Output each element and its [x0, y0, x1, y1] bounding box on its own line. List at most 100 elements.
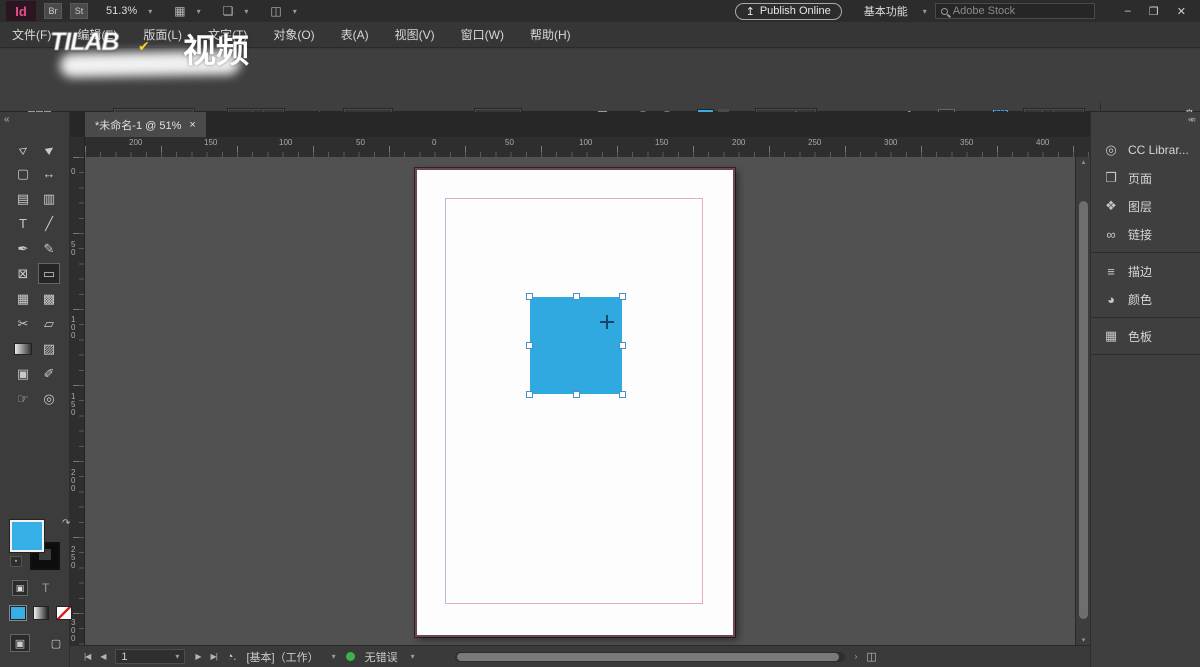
- document-tab[interactable]: *未命名-1 @ 51% ×: [85, 112, 206, 137]
- line-tool[interactable]: ╱: [38, 213, 60, 234]
- restore-button[interactable]: ❐: [1149, 5, 1159, 18]
- menu-type[interactable]: 文字(T): [208, 26, 247, 43]
- minimize-button[interactable]: –: [1125, 5, 1131, 18]
- pencil-tool[interactable]: ✎: [38, 238, 60, 259]
- selection-handle[interactable]: [619, 342, 626, 349]
- tab-close-icon[interactable]: ×: [189, 119, 195, 131]
- gap-tool[interactable]: ↔: [38, 163, 60, 184]
- selection-handle[interactable]: [526, 342, 533, 349]
- chevron-down-icon: ▾: [923, 7, 927, 16]
- adobe-stock-search-input[interactable]: Adobe Stock: [935, 3, 1095, 19]
- vertical-ruler[interactable]: 050 100150 200250 300: [70, 157, 85, 645]
- close-button[interactable]: ✕: [1177, 5, 1186, 18]
- menu-window[interactable]: 窗口(W): [461, 26, 504, 43]
- frame-tool[interactable]: ⊠: [12, 263, 34, 284]
- direct-selection-tool[interactable]: ▸: [34, 134, 64, 164]
- zoom-level-control[interactable]: 51.3%: [106, 5, 137, 17]
- apply-color-button[interactable]: [10, 606, 26, 620]
- selection-handle[interactable]: [573, 293, 580, 300]
- preflight-status-text[interactable]: 无错误: [365, 649, 398, 665]
- panel-links[interactable]: ∞链接: [1091, 220, 1200, 248]
- stock-button[interactable]: St: [70, 3, 88, 19]
- preflight-menu-icon[interactable]: ◔.: [227, 651, 237, 663]
- hand-tool[interactable]: ☞: [12, 388, 34, 409]
- next-page-button[interactable]: ▶: [195, 652, 200, 661]
- view-options-icon[interactable]: ▦: [174, 4, 185, 18]
- split-view-icon[interactable]: ◫: [866, 650, 876, 663]
- note-tool[interactable]: ▣: [12, 363, 34, 384]
- pen-tool[interactable]: ✒: [12, 238, 34, 259]
- vertical-scrollbar[interactable]: ▴ ▾: [1075, 157, 1090, 645]
- last-page-button[interactable]: ▶|: [211, 652, 217, 661]
- pasteboard[interactable]: [85, 157, 1075, 645]
- chevron-down-icon: ▾: [197, 7, 201, 16]
- horizontal-scroll-thumb[interactable]: [457, 653, 839, 661]
- selection-handle[interactable]: [526, 391, 533, 398]
- vertical-grid-tool[interactable]: ▩: [38, 288, 60, 309]
- workspace-switcher[interactable]: 基本功能: [864, 3, 908, 19]
- type-tool[interactable]: T: [12, 213, 34, 234]
- selection-handle[interactable]: [619, 293, 626, 300]
- collapse-dock-icon[interactable]: ««: [1188, 114, 1194, 124]
- apply-gradient-button[interactable]: [33, 606, 49, 620]
- publish-online-button[interactable]: ↥Publish Online: [735, 3, 842, 20]
- selection-handle[interactable]: [573, 391, 580, 398]
- menu-layout[interactable]: 版面(L): [143, 26, 182, 43]
- vertical-scroll-thumb[interactable]: [1079, 201, 1088, 619]
- previous-page-button[interactable]: ◀: [100, 652, 105, 661]
- preflight-profile[interactable]: [基本]（工作）: [246, 649, 318, 665]
- zoom-tool[interactable]: ◎: [38, 388, 60, 409]
- gradient-tool[interactable]: [14, 343, 32, 355]
- menu-table[interactable]: 表(A): [341, 26, 369, 43]
- content-collector-tool[interactable]: ▤: [12, 188, 34, 209]
- scroll-down-icon[interactable]: ▾: [1076, 636, 1091, 644]
- ruler-origin-corner[interactable]: [70, 137, 85, 157]
- horizontal-scrollbar[interactable]: [455, 652, 845, 662]
- screen-mode-icon[interactable]: ❏: [223, 4, 234, 18]
- eyedropper-tool[interactable]: ✐: [38, 363, 60, 384]
- preview-mode-button[interactable]: ▢: [46, 634, 66, 652]
- rectangle-tool[interactable]: ▭: [38, 263, 60, 284]
- menu-view[interactable]: 视图(V): [395, 26, 435, 43]
- apply-none-button[interactable]: [56, 606, 72, 620]
- page-tool[interactable]: ▢: [12, 163, 34, 184]
- content-placer-tool[interactable]: ▥: [38, 188, 60, 209]
- normal-view-mode-button[interactable]: ▣: [10, 634, 30, 652]
- arrange-documents-icon[interactable]: ◫: [270, 4, 281, 18]
- bridge-button[interactable]: Br: [44, 3, 62, 19]
- color-icon: ◕: [1103, 292, 1119, 307]
- selection-handle[interactable]: [526, 293, 533, 300]
- first-page-button[interactable]: |◀: [84, 652, 90, 661]
- selection-handle[interactable]: [619, 391, 626, 398]
- scroll-up-icon[interactable]: ▴: [1076, 158, 1091, 166]
- scissors-tool[interactable]: ✂: [12, 313, 34, 334]
- scroll-right-icon[interactable]: ›: [855, 652, 857, 661]
- formatting-affects-container-button[interactable]: ▣: [12, 580, 28, 596]
- panel-swatches[interactable]: ▦色板: [1091, 322, 1200, 350]
- panel-pages[interactable]: ❒页面: [1091, 164, 1200, 192]
- menu-edit[interactable]: 编辑(E): [77, 26, 117, 43]
- collapse-panel-icon[interactable]: «: [4, 114, 10, 125]
- panel-stroke[interactable]: ≡描边: [1091, 257, 1200, 285]
- fill-color-chip[interactable]: [10, 520, 44, 552]
- panel-color[interactable]: ◕颜色: [1091, 285, 1200, 313]
- menu-bar: 文件(F) 编辑(E) 版面(L) 文字(T) 对象(O) 表(A) 视图(V)…: [0, 22, 1200, 48]
- menu-object[interactable]: 对象(O): [273, 26, 314, 43]
- selection-tool[interactable]: ▹: [8, 134, 38, 164]
- default-fill-stroke-icon[interactable]: ▪: [10, 556, 22, 567]
- selected-rectangle[interactable]: [530, 297, 622, 394]
- preflight-status-icon: [346, 652, 355, 661]
- menu-file[interactable]: 文件(F): [12, 26, 51, 43]
- menu-help[interactable]: 帮助(H): [530, 26, 571, 43]
- panel-cc-libraries[interactable]: ◎CC Librar...: [1091, 136, 1200, 164]
- horizontal-ruler[interactable]: 200150 10050 050 100150 200250 300350 40…: [85, 137, 1090, 157]
- app-bar: Id Br St 51.3%▾ ▦▾ ❏▾ ◫▾ ↥Publish Online…: [0, 0, 1200, 22]
- formatting-affects-text-button[interactable]: T: [42, 581, 49, 595]
- gradient-feather-tool[interactable]: ▨: [38, 338, 60, 359]
- panel-layers[interactable]: ❖图层: [1091, 192, 1200, 220]
- page-number-field[interactable]: 1▾: [115, 649, 185, 664]
- free-transform-tool[interactable]: ▱: [38, 313, 60, 334]
- horizontal-grid-tool[interactable]: ▦: [12, 288, 34, 309]
- document-page[interactable]: [415, 168, 735, 637]
- swap-fill-stroke-icon[interactable]: ↷: [62, 518, 70, 529]
